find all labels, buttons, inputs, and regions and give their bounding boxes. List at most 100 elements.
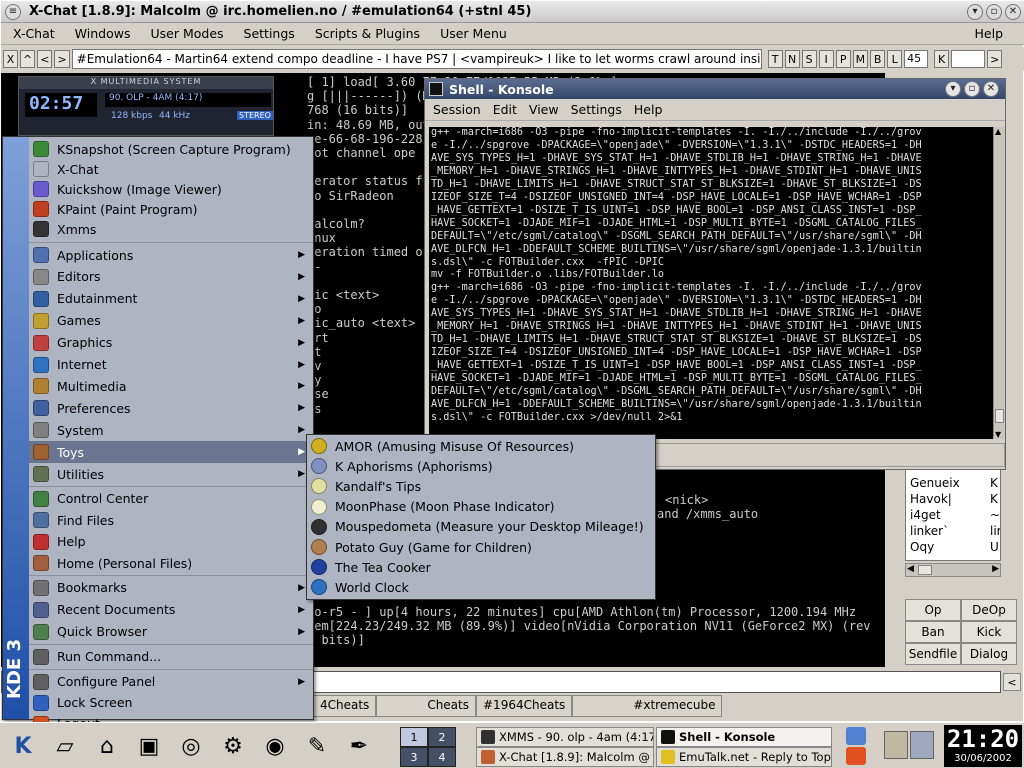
kmenu-item-toys[interactable]: Toys ▶ [29,441,313,464]
kmenu-item-graphics[interactable]: Graphics ▶ [29,332,313,354]
control-center-icon[interactable]: ⚙ [214,727,252,765]
desktop-icon[interactable]: ▱ [46,727,84,765]
task-button[interactable]: EmuTalk.net - Reply to Topic - K [656,747,832,767]
kmenu-item-kpaint-paint-program[interactable]: KPaint (Paint Program) [29,198,313,220]
deop-button[interactable]: DeOp [961,599,1017,621]
scroll-up-icon[interactable]: ▲ [995,127,1001,136]
mode-n-button[interactable]: N [784,50,800,68]
kmenu-item-preferences[interactable]: Preferences ▶ [29,397,313,419]
konsole-icon[interactable] [429,82,443,96]
minimize-icon[interactable]: ▾ [967,4,983,20]
mode-i-button[interactable]: I [818,50,834,68]
kmenu-item-bookmarks[interactable]: Bookmarks ▶ [29,577,313,599]
kmenu-item-games[interactable]: Games ▶ [29,310,313,332]
kmenu-item-run-command[interactable]: Run Command... [29,646,313,668]
scroll-thumb[interactable] [918,565,932,575]
lock-icon[interactable] [846,727,866,745]
kmenu-item-multimedia[interactable]: Multimedia ▶ [29,375,313,397]
toys-item-k-aphorisms-aphorisms[interactable]: K Aphorisms (Aphorisms) [307,456,655,476]
task-button[interactable]: Shell - Konsole [656,727,832,747]
close-icon[interactable]: ✕ [1005,4,1021,20]
konsole-close-icon[interactable]: ✕ [983,81,999,97]
xmms-player[interactable]: X MULTIMEDIA SYSTEM 02:57 90. OLP - 4AM … [18,76,274,136]
kmenu-item-recent-documents[interactable]: Recent Documents ▶ [29,599,313,621]
mode-b-button[interactable]: B [870,50,886,68]
kmenu-item-edutainment[interactable]: Edutainment ▶ [29,288,313,310]
pager-desktop-4[interactable]: 4 [428,747,456,767]
scroll-right-icon[interactable]: ▶ [992,564,999,574]
kmenu-item-system[interactable]: System ▶ [29,419,313,441]
kmenu-item-lock-screen[interactable]: Lock Screen [29,692,313,714]
pager-desktop-3[interactable]: 3 [400,747,428,767]
konsole-maximize-icon[interactable]: ▫ [964,81,980,97]
office-icon[interactable]: ✎ [298,727,336,765]
ban-button[interactable]: Ban [905,621,961,643]
task-button[interactable]: X-Chat [1.8.9]: Malcolm @ irc.h [476,747,654,767]
user-list-item[interactable]: Oqy U [906,540,1000,556]
toys-item-world-clock[interactable]: World Clock [307,577,655,597]
kmenu-item-home-personal-files[interactable]: Home (Personal Files) [29,552,313,574]
menu-user-modes[interactable]: User Modes [150,26,223,41]
kmenu-item-editors[interactable]: Editors ▶ [29,266,313,288]
konsole-titlebar[interactable]: Shell - Konsole ▾ ▫ ✕ [425,79,1005,99]
menu-windows[interactable]: Windows [75,26,131,41]
xchat-titlebar[interactable]: ≡ X-Chat [1.8.9]: Malcolm @ irc.homelien… [1,1,1024,23]
user-list-item[interactable]: Genueix K [906,476,1000,492]
mode-t-button[interactable]: T [767,50,783,68]
kmenu-item-help[interactable]: Help [29,531,313,553]
user-list-item[interactable]: Havok| K [906,492,1000,508]
terminal-icon[interactable]: ▣ [130,727,168,765]
clock[interactable]: 21:20 30/06/2002 [944,725,1022,767]
terminal-scroll-thumb[interactable] [995,409,1004,423]
konsole-minimize-icon[interactable]: ▾ [945,81,961,97]
klipper-icon[interactable] [884,731,908,759]
toys-item-mouspedometa-measure-your-desktop-mileage[interactable]: Mouspedometa (Measure your Desktop Milea… [307,517,655,537]
xmms-time[interactable]: 02:57 [25,93,97,117]
mode-k-button[interactable]: K [934,50,950,68]
kmenu-item-configure-panel[interactable]: Configure Panel ▶ [29,671,313,693]
mode-m-button[interactable]: M [852,50,869,68]
kmix-icon[interactable] [910,731,934,759]
konsole-menu-view[interactable]: View [529,102,559,117]
konsole-menu-help[interactable]: Help [634,102,663,117]
tab-cheats[interactable]: Cheats [376,695,476,717]
tab-xtremecube[interactable]: #xtremecube [572,695,723,717]
nav-right-button[interactable]: > [54,50,70,68]
task-button[interactable]: XMMS - 90. olp - 4am (4:17) [476,727,654,747]
dialog-button[interactable]: Dialog [961,643,1017,665]
pager-desktop-1[interactable]: 1 [400,727,428,747]
input-arrow-button[interactable]: < [1003,673,1021,691]
scroll-left-icon[interactable]: ◀ [907,564,914,574]
maximize-icon[interactable]: ▫ [986,4,1002,20]
tab-4cheats[interactable]: 4Cheats [313,695,377,717]
kmenu-item-ksnapshot-screen-capture-program[interactable]: KSnapshot (Screen Capture Program) [29,138,313,160]
kmenu-item-x-chat[interactable]: X-Chat [29,158,313,180]
nav-left-button[interactable]: < [37,50,53,68]
kmenu-item-internet[interactable]: Internet ▶ [29,354,313,376]
scroll-down-icon[interactable]: ▼ [995,430,1001,439]
topic-more-button[interactable]: > [987,50,1003,68]
nav-up-button[interactable]: ^ [20,50,36,68]
kmenu-item-find-files[interactable]: Find Files [29,509,313,531]
close-tab-button[interactable]: X [3,50,18,68]
toys-item-potato-guy-game-for-children[interactable]: Potato Guy (Game for Children) [307,537,655,557]
user-list-item[interactable]: linker` lir [906,524,1000,540]
terminal-scrollbar[interactable]: ▲ ▼ [993,127,1005,439]
menu-help[interactable]: Help [975,26,1004,41]
kmenu-item-kuickshow-image-viewer[interactable]: Kuickshow (Image Viewer) [29,178,313,200]
konsole-menu-edit[interactable]: Edit [493,102,517,117]
help-lifebuoy-icon[interactable]: ◎ [172,727,210,765]
kmenu-item-quick-browser[interactable]: Quick Browser ▶ [29,621,313,643]
toys-item-moonphase-moon-phase-indicator[interactable]: MoonPhase (Moon Phase Indicator) [307,497,655,517]
window-menu-icon[interactable]: ≡ [5,3,21,20]
mode-s-button[interactable]: S [801,50,817,68]
kmenu-item-control-center[interactable]: Control Center [29,488,313,510]
menu-settings[interactable]: Settings [244,26,295,41]
toys-item-kandalf-s-tips[interactable]: Kandalf's Tips [307,476,655,496]
tab-1964cheats[interactable]: #1964Cheats [476,695,573,717]
kde-menu-button-icon[interactable]: K [4,727,42,765]
editor-icon[interactable]: ✒ [340,727,378,765]
kmenu-item-utilities[interactable]: Utilities ▶ [29,463,313,485]
menu-scripts-plugins[interactable]: Scripts & Plugins [315,26,420,41]
mode-l-button[interactable]: L [887,50,903,68]
